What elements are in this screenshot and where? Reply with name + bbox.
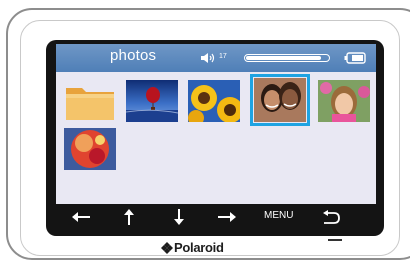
speaker-icon <box>201 53 215 63</box>
folder-icon <box>66 88 114 120</box>
women-photo <box>254 78 306 122</box>
polaroid-logo-icon <box>161 242 173 254</box>
balloon-photo <box>125 80 179 122</box>
photo-thumbnail[interactable] <box>125 80 179 122</box>
screen: photos 17 MENU <box>56 44 376 230</box>
photo-thumbnail[interactable] <box>188 80 243 126</box>
back-arrow-icon[interactable] <box>320 209 342 225</box>
photo-thumbnail[interactable] <box>64 128 116 170</box>
up-arrow-icon[interactable] <box>118 209 140 225</box>
volume-bar-fill <box>246 56 322 60</box>
sunflower-photo <box>188 80 243 126</box>
left-arrow-icon[interactable] <box>70 209 92 225</box>
girl-photo <box>318 80 370 122</box>
down-arrow-icon[interactable] <box>168 209 190 225</box>
page-title: photos <box>110 47 157 64</box>
volume-bar[interactable] <box>244 54 330 62</box>
brand-name: Polaroid <box>174 240 224 255</box>
device-indicator <box>328 239 342 241</box>
folder-thumbnail[interactable] <box>64 80 116 122</box>
navigation-bar: MENU <box>56 204 376 230</box>
menu-button[interactable]: MENU <box>264 210 293 221</box>
right-arrow-icon[interactable] <box>216 209 238 225</box>
photo-thumbnail-selected[interactable] <box>250 74 310 126</box>
red-abstract-photo <box>64 128 116 170</box>
volume-level: 17 <box>219 53 227 60</box>
status-bar: photos 17 <box>56 44 376 72</box>
battery-icon <box>344 52 366 64</box>
photo-thumbnail[interactable] <box>318 80 370 122</box>
